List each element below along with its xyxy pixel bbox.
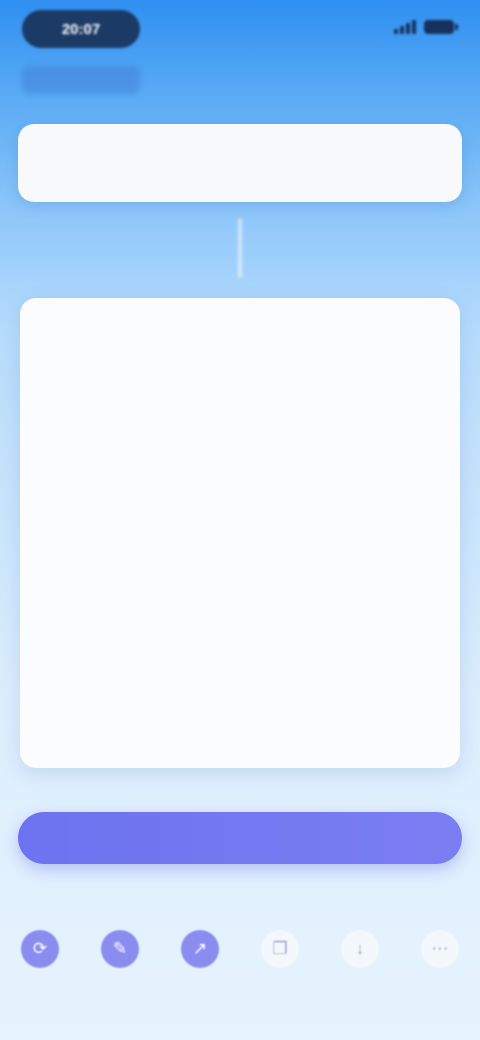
action-row: ⟳ ✎ ↗ ❐ ↓ ⋯	[0, 930, 480, 1010]
action-more[interactable]: ⋯	[412, 930, 468, 976]
status-time: 20:07	[22, 10, 140, 48]
download-icon: ↓	[341, 930, 379, 968]
header-back-area[interactable]	[22, 66, 140, 94]
refresh-icon: ⟳	[21, 930, 59, 968]
action-edit[interactable]: ✎	[92, 930, 148, 976]
primary-action-button[interactable]	[18, 812, 462, 864]
edit-icon: ✎	[101, 930, 139, 968]
share-icon: ↗	[181, 930, 219, 968]
battery-icon	[424, 20, 458, 34]
action-download[interactable]: ↓	[332, 930, 388, 976]
content-card	[20, 298, 460, 768]
title-card	[18, 124, 462, 202]
copy-icon: ❐	[261, 930, 299, 968]
connector-divider	[238, 218, 242, 278]
status-bar: 20:07	[0, 0, 480, 64]
status-icons	[394, 20, 458, 34]
more-icon: ⋯	[421, 930, 459, 968]
action-share[interactable]: ↗	[172, 930, 228, 976]
action-copy[interactable]: ❐	[252, 930, 308, 976]
action-refresh[interactable]: ⟳	[12, 930, 68, 976]
signal-icon	[394, 20, 416, 34]
